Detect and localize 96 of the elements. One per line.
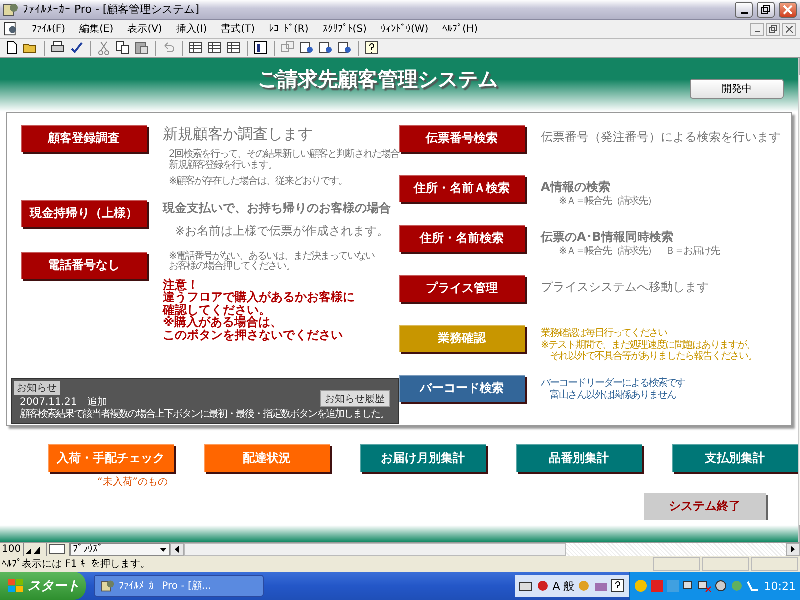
- restore-button[interactable]: [757, 2, 775, 18]
- script-icon[interactable]: [318, 40, 334, 56]
- button-caption: “未入荷”のもの: [98, 476, 168, 489]
- windows-logo: [8, 579, 24, 593]
- description-heading: 現金支払いで、お持ち帰りのお客様の場合: [163, 200, 392, 216]
- scroll-left-icon[interactable]: [170, 543, 184, 556]
- description-text: 伝票番号（発注番号）による検索を行います: [541, 129, 782, 146]
- history-button[interactable]: お知らせ履歴: [320, 390, 390, 407]
- copy-icon[interactable]: [115, 40, 131, 56]
- spellcheck-icon[interactable]: [69, 40, 85, 56]
- script-icon[interactable]: [337, 40, 353, 56]
- menu-item[interactable]: ｳｨﾝﾄﾞｳ(W): [380, 23, 429, 35]
- description-heading: 伝票のA･B情報同時検索: [541, 229, 674, 246]
- horizontal-scrollbar[interactable]: [170, 543, 800, 556]
- warning-text: 確認してください。: [163, 304, 271, 316]
- menu-button[interactable]: 顧客登録調査: [21, 125, 147, 152]
- restore-button[interactable]: [766, 22, 780, 36]
- menu-item[interactable]: ｽｸﾘﾌﾟﾄ(S): [322, 23, 367, 35]
- table-icon[interactable]: [207, 40, 223, 56]
- notice-date: 2007.11.21 追加: [20, 396, 108, 408]
- tray-icon[interactable]: [714, 579, 728, 593]
- header-title: ご請求先顧客管理システム: [258, 66, 498, 93]
- tray-icon[interactable]: [746, 579, 760, 593]
- description-note: ※Ａ＝帳合先（請求先）: [558, 197, 658, 208]
- script-icon[interactable]: [299, 40, 315, 56]
- description-note: ※テスト期間で、まだ処理速度に問題はありますが、: [541, 340, 756, 350]
- minimize-icon: [754, 31, 760, 32]
- description-note: ※Ａ＝帳合先（請求先） Ｂ＝お届け先: [558, 247, 721, 258]
- notice-label: お知らせ: [14, 381, 60, 395]
- close-button[interactable]: [782, 22, 796, 36]
- ime-mode[interactable]: 般: [563, 578, 574, 594]
- help-icon[interactable]: [611, 579, 626, 593]
- close-icon: [783, 4, 793, 14]
- scroll-right-icon[interactable]: [786, 543, 800, 556]
- menu-item[interactable]: ﾌｧｲﾙ(F): [32, 23, 66, 35]
- document-icon[interactable]: [4, 22, 18, 36]
- status-pane: [702, 557, 749, 571]
- ime-mode[interactable]: A: [552, 580, 560, 592]
- description-note: ※電話番号がない、あるいは、まだ決まっていない: [169, 252, 376, 262]
- window-title: ﾌｧｲﾙﾒｰｶｰ Pro - [顧客管理システム]: [23, 2, 200, 17]
- app-icon: [101, 579, 115, 593]
- menu-button[interactable]: 住所・名前Ａ検索: [399, 175, 525, 202]
- description-note: バーコードリーダーによる検索です: [541, 379, 686, 390]
- table-icon[interactable]: [226, 40, 242, 56]
- paste-icon[interactable]: [134, 40, 150, 56]
- clock: 10:21: [764, 580, 796, 592]
- menu-button[interactable]: 住所・名前検索: [399, 225, 525, 252]
- minimize-icon: [740, 12, 748, 14]
- status-text: ﾍﾙﾌﾟ表示には F1 ｷｰを押します。: [2, 558, 152, 571]
- description-note: お客様の場合押してください。: [169, 262, 296, 272]
- minimize-button[interactable]: [750, 22, 764, 36]
- menu-item[interactable]: ﾍﾙﾌﾟ(H): [442, 23, 478, 35]
- menu-button[interactable]: お届け月別集計: [360, 444, 486, 472]
- mode-dropdown[interactable]: ﾌﾞﾗｳｽﾞ: [70, 543, 170, 556]
- status-pane: [751, 557, 798, 571]
- status-button[interactable]: 開発中: [690, 79, 784, 99]
- warning-text: ※購入がある場合は、: [163, 316, 284, 329]
- close-icon: [786, 26, 792, 32]
- description-heading: 新規顧客か調査します: [163, 125, 314, 144]
- menu-button[interactable]: プライス管理: [399, 275, 525, 302]
- restore-icon: [761, 4, 771, 14]
- minimize-button[interactable]: [735, 2, 753, 18]
- description-note: 富山さん以外は関係ありません: [549, 390, 678, 401]
- description-note: 新規顧客登録を行います。: [169, 160, 278, 171]
- menu-button[interactable]: 現金持帰り（上様）: [21, 200, 147, 226]
- menu-button[interactable]: 伝票番号検索: [399, 125, 525, 152]
- menu-item[interactable]: 表示(V): [128, 22, 162, 36]
- app-icon: [3, 2, 19, 18]
- menu-item[interactable]: 書式(T): [221, 22, 256, 36]
- warning-text: 注意！: [163, 278, 200, 292]
- caret-icon: [160, 548, 168, 552]
- status-pane: [653, 557, 700, 571]
- menu-button[interactable]: 支払別集計: [672, 444, 798, 472]
- description-heading: A情報の検索: [541, 179, 612, 196]
- network-icon[interactable]: [698, 579, 712, 593]
- description-text: ※お名前は上様で伝票が作成されます。: [174, 222, 390, 240]
- layout-icon[interactable]: [253, 40, 269, 56]
- notice-text: 顧客検索結果で該当者複数の場合上下ボタンに最初・最後・指定数ボタンを追加しました。: [20, 409, 390, 420]
- menu-button[interactable]: 電話番号なし: [21, 252, 147, 278]
- description-note: それ以外で不具合等がありましたら報告ください。: [549, 352, 758, 362]
- table-icon[interactable]: [188, 40, 204, 56]
- description-note: 2回検索を行って、その結果新しい顧客と判断された場合: [169, 150, 400, 160]
- description-note: ※顧客が存在した場合は、従来どおりです。: [169, 177, 348, 188]
- description-note: 業務確認は毎日行ってください: [541, 329, 668, 340]
- menu-item[interactable]: 挿入(I): [176, 22, 208, 36]
- menu-item[interactable]: 編集(E): [80, 22, 114, 36]
- help-icon[interactable]: [364, 40, 380, 56]
- menu-button[interactable]: 品番別集計: [516, 444, 642, 472]
- restore-icon: [769, 25, 777, 33]
- menu-button[interactable]: バーコード検索: [399, 375, 525, 402]
- warning-text: 違うフロアで購入があるかお客様に: [163, 291, 356, 304]
- exit-button[interactable]: システム終了: [644, 493, 766, 520]
- menu-item[interactable]: ﾚｺｰﾄﾞ(R): [269, 23, 309, 35]
- warning-text: このボタンを押さないでください: [163, 328, 344, 342]
- description-text: プライスシステムへ移動します: [541, 279, 710, 296]
- close-button[interactable]: [779, 2, 797, 18]
